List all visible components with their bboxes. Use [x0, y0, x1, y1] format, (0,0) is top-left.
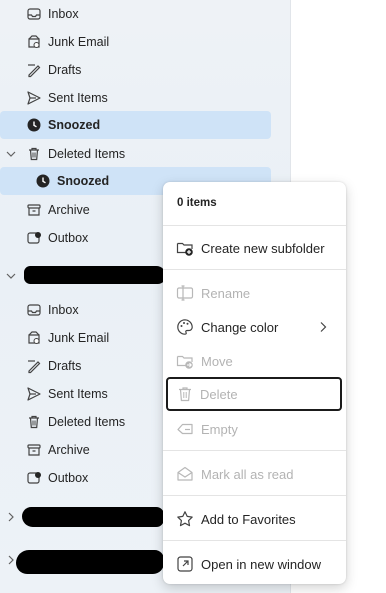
menu-item-label: Create new subfolder [201, 241, 325, 256]
folder-junk-email[interactable]: Junk Email [0, 28, 271, 56]
menu-item-open-new-window[interactable]: Open in new window [167, 548, 342, 580]
menu-item-label: Empty [201, 422, 238, 437]
junk-icon [28, 331, 40, 344]
folder-deleted-items[interactable]: Deleted Items [0, 140, 271, 168]
menu-divider [163, 225, 346, 226]
chevron-down-icon[interactable] [5, 148, 17, 160]
folder-context-menu: 0 items Create new subfolder Rename Chan… [163, 182, 346, 584]
menu-item-move[interactable]: Move [167, 345, 342, 377]
inbox-icon [27, 304, 41, 316]
trash-icon [29, 147, 39, 161]
chevron-right-icon[interactable] [5, 511, 17, 523]
outbox-icon [27, 472, 41, 484]
trash-icon [179, 387, 191, 402]
folder-sent-items[interactable]: Sent Items [0, 84, 271, 112]
menu-item-mark-all-read[interactable]: Mark all as read [167, 458, 342, 490]
folder-label: Archive [48, 203, 90, 217]
inbox-icon [27, 8, 41, 20]
sent-icon [27, 91, 41, 105]
clock-icon [27, 118, 41, 132]
folder-move-icon [176, 355, 193, 369]
folder-label: Sent Items [48, 91, 108, 105]
folder-label: Drafts [48, 63, 82, 77]
folder-label: Deleted Items [48, 415, 126, 429]
folder-label: Snoozed [48, 118, 101, 132]
open-window-icon [177, 556, 193, 572]
menu-divider [163, 540, 346, 541]
archive-icon [27, 444, 41, 456]
folder-snoozed[interactable]: Snoozed [0, 111, 271, 139]
eraser-icon [177, 423, 193, 435]
folder-label: Archive [48, 443, 90, 457]
redacted-account-name [24, 266, 166, 284]
folder-label: Deleted Items [48, 147, 126, 161]
redacted-account-name [16, 550, 164, 574]
drafts-icon [28, 360, 41, 374]
menu-item-label: Delete [200, 387, 238, 402]
mail-open-icon [177, 466, 193, 481]
folder-label: Inbox [48, 303, 79, 317]
menu-divider [163, 495, 346, 496]
folder-label: Inbox [48, 7, 79, 21]
menu-divider [163, 450, 346, 451]
outbox-icon [27, 232, 41, 244]
trash-icon [29, 415, 39, 429]
archive-icon [27, 204, 41, 216]
menu-item-label: Add to Favorites [201, 512, 296, 527]
folder-label: Drafts [48, 359, 82, 373]
star-icon [177, 511, 193, 527]
menu-item-rename[interactable]: Rename [167, 277, 342, 309]
menu-item-label: Rename [201, 286, 251, 301]
palette-icon [177, 319, 193, 335]
menu-item-delete[interactable]: Delete [166, 377, 342, 411]
chevron-right-icon [320, 322, 327, 332]
redacted-account-name [22, 507, 164, 527]
folder-label: Outbox [48, 471, 89, 485]
folder-label: Junk Email [48, 35, 110, 49]
folder-label: Sent Items [48, 387, 108, 401]
folder-label: Outbox [48, 231, 89, 245]
menu-item-label: Mark all as read [201, 467, 294, 482]
folder-drafts[interactable]: Drafts [0, 56, 271, 84]
menu-item-empty[interactable]: Empty [167, 413, 342, 445]
sent-icon [27, 387, 41, 401]
clock-icon [36, 174, 50, 188]
menu-divider [163, 269, 346, 270]
menu-item-label: Move [201, 354, 233, 369]
menu-item-label: Open in new window [201, 557, 321, 572]
folder-label: Snoozed [57, 174, 110, 188]
chevron-down-icon[interactable] [5, 270, 17, 282]
rename-icon [176, 285, 194, 301]
menu-item-label: Change color [201, 320, 279, 335]
menu-item-change-color[interactable]: Change color [167, 311, 342, 343]
junk-icon [28, 35, 40, 48]
drafts-icon [28, 64, 41, 78]
folder-inbox[interactable]: Inbox [0, 0, 271, 28]
item-count: 0 items [177, 197, 217, 209]
folder-add-icon [176, 242, 193, 256]
menu-item-add-to-favorites[interactable]: Add to Favorites [167, 503, 342, 535]
menu-item-create-subfolder[interactable]: Create new subfolder [167, 232, 342, 264]
folder-label: Junk Email [48, 331, 110, 345]
